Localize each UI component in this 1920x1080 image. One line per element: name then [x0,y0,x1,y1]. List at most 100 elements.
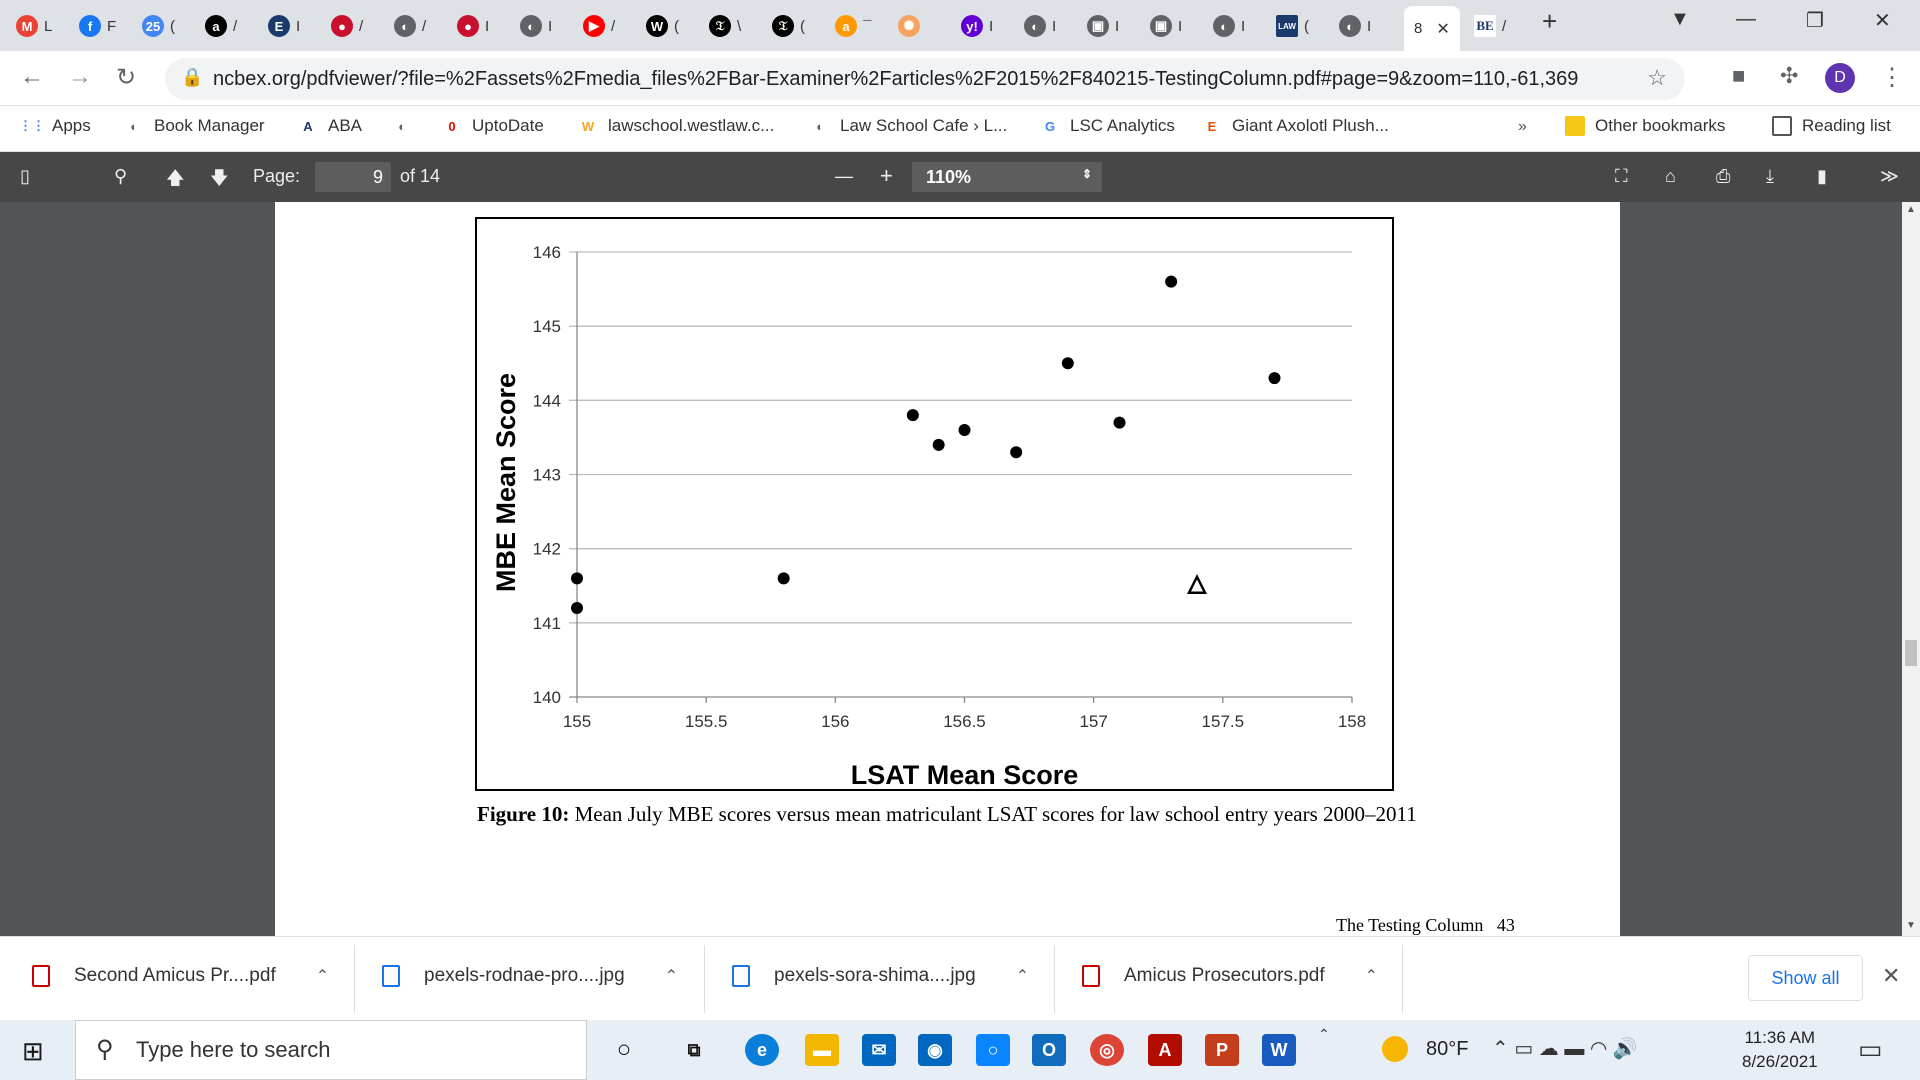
browser-tab[interactable]: y! I [961,11,993,41]
open-file-icon[interactable]: ⌂ [1665,166,1676,187]
bookmark-item[interactable]: E Giant Axolotl Plush... [1202,116,1389,136]
sidebar-toggle-icon[interactable]: ▯ [20,166,30,187]
edge-icon[interactable]: e [745,1034,779,1066]
browser-tab[interactable]: ✺ [898,11,926,41]
window-close-icon[interactable]: ✕ [1874,8,1891,33]
close-icon[interactable]: ✕ [1882,963,1900,989]
zoom-in-button[interactable]: + [880,163,893,189]
browser-tab[interactable]: EI [268,11,300,41]
browser-tab[interactable]: W( [646,11,679,41]
star-icon[interactable]: ☆ [1647,65,1667,91]
scroll-down-icon[interactable]: ▼ [1906,920,1916,931]
scroll-up-icon[interactable]: ▲ [1906,204,1916,215]
tab-search-icon[interactable]: ▼ [1670,8,1690,31]
show-all-button[interactable]: Show all [1748,955,1863,1001]
forward-icon[interactable]: → [68,63,92,91]
active-tab[interactable]: 8 ✕ [1404,6,1460,51]
zoom-select[interactable]: 110% ⇕ [912,162,1102,192]
file-explorer-icon[interactable]: ▬ [805,1034,839,1066]
extension-icon[interactable]: ■ [1732,63,1745,89]
reload-icon[interactable]: ↻ [116,63,136,92]
browser-tab[interactable]: 25 ( [142,11,175,41]
powerpoint-icon[interactable]: P [1205,1034,1239,1066]
browser-tab[interactable]: ◐ I [1339,11,1371,41]
browser-tab[interactable]: ▣ I [1087,11,1119,41]
browser-tab[interactable]: ML [16,11,52,41]
acrobat-icon[interactable]: A [1148,1034,1182,1066]
bookmark-item[interactable]: Wlawschool.westlaw.c... [578,116,774,136]
minimize-icon[interactable]: — [1736,8,1756,31]
browser-tab[interactable]: ▣ I [1150,11,1182,41]
new-tab-button[interactable]: + [1542,6,1557,37]
download-icon[interactable]: ⤓ [1766,166,1774,187]
menu-icon[interactable]: ⋮ [1880,63,1904,92]
weather-temp[interactable]: 80°F [1426,1038,1468,1061]
app-icon[interactable]: ○ [976,1034,1010,1066]
url-text[interactable]: ncbex.org/pdfviewer/?file=%2Fassets%2Fme… [213,68,1578,91]
word-icon[interactable]: W [1262,1034,1296,1066]
weather-sun-icon[interactable] [1382,1036,1408,1062]
chrome-icon[interactable]: ◎ [1090,1034,1124,1066]
outlook-icon[interactable]: O [1032,1034,1066,1066]
download-item[interactable]: pexels-sora-shima....jpg ⌃ [732,965,1029,987]
chevron-up-icon[interactable]: ⌃ [665,966,678,986]
bookmark-item[interactable]: A ABA [298,116,362,136]
address-bar[interactable]: 🔒 ncbex.org/pdfviewer/?file=%2Fassets%2F… [165,58,1685,100]
browser-tab[interactable]: ● / [331,11,363,41]
browser-tab[interactable]: fF [79,11,116,41]
reading-list[interactable]: Reading list [1772,116,1891,136]
chevron-up-icon[interactable]: ⌃ [1016,966,1029,986]
bookmark-icon[interactable]: ▮ [1817,166,1827,187]
bookmarks-more-icon[interactable]: » [1518,118,1527,136]
puzzle-icon[interactable]: ✣ [1780,63,1798,89]
bookmark-item[interactable]: ◐ Law School Cafe › L... [810,116,1007,136]
chevron-up-icon[interactable]: ⌃ [1318,1026,1330,1043]
presentation-icon[interactable]: ⛶ [1615,166,1628,187]
chevron-up-icon[interactable]: ⌃ [1365,966,1378,986]
print-icon[interactable]: ⎙ [1716,166,1730,187]
back-icon[interactable]: ← [20,63,44,91]
notification-icon[interactable]: ▭ [1858,1034,1883,1065]
download-item[interactable]: Second Amicus Pr....pdf ⌃ [32,965,329,987]
dell-icon[interactable]: ◉ [918,1034,952,1066]
scroll-thumb[interactable] [1905,640,1917,666]
browser-tab[interactable]: ◐ I [1024,11,1056,41]
scrollbar[interactable]: ▲ ▼ [1902,202,1920,936]
browser-tab[interactable]: a / [205,11,237,41]
chevron-up-icon[interactable]: ⌃ [316,966,329,986]
browser-tab[interactable]: 𝔗 \ [709,11,741,41]
task-view-icon[interactable]: ⧉ [677,1034,711,1066]
profile-avatar[interactable]: D [1825,63,1855,93]
browser-tab[interactable]: BE / [1474,11,1506,41]
browser-tab[interactable]: LAW ( [1276,11,1309,41]
windows-start-icon[interactable]: ⊞ [22,1036,44,1067]
download-item[interactable]: pexels-rodnae-pro....jpg ⌃ [382,965,678,987]
tray-icons[interactable]: ⌃ ▭ ☁ ▬ ◠ 🔊 [1492,1036,1638,1061]
restore-icon[interactable]: ❐ [1806,8,1824,33]
bookmark-item[interactable]: 0 UptoDate [442,116,543,136]
browser-tab[interactable]: ● I [457,11,489,41]
browser-tab[interactable]: ▶ / [583,11,615,41]
clock[interactable]: 11:36 AM 8/26/2021 [1742,1026,1818,1074]
page-number-input[interactable]: 9 [315,162,391,192]
bookmark-item[interactable]: ⋮⋮ Apps [19,116,91,136]
next-page-icon[interactable]: 🡇 [210,166,229,196]
taskbar-search[interactable]: ⚲ Type here to search [75,1020,587,1080]
tools-more-icon[interactable]: ≫ [1880,166,1899,187]
find-icon[interactable]: ⚲ [114,166,127,187]
mail-icon[interactable]: ✉ [862,1034,896,1066]
prev-page-icon[interactable]: 🡅 [166,166,185,196]
bookmark-item[interactable]: G LSC Analytics [1040,116,1175,136]
close-tab-icon[interactable]: ✕ [1436,19,1449,39]
cortana-icon[interactable]: ○ [607,1034,641,1066]
zoom-out-button[interactable]: — [835,166,853,187]
bookmark-item[interactable]: ◐ [392,116,422,136]
bookmark-item[interactable]: ◐ Book Manager [124,116,265,136]
browser-tab[interactable]: ◐ / [394,11,426,41]
browser-tab[interactable]: 𝔗( [772,11,805,41]
download-item[interactable]: Amicus Prosecutors.pdf ⌃ [1082,965,1378,987]
browser-tab[interactable]: ◐ I [1213,11,1245,41]
browser-tab[interactable]: a ¯ [835,11,871,41]
browser-tab[interactable]: ◐ I [520,11,552,41]
other-bookmarks[interactable]: Other bookmarks [1565,116,1725,136]
